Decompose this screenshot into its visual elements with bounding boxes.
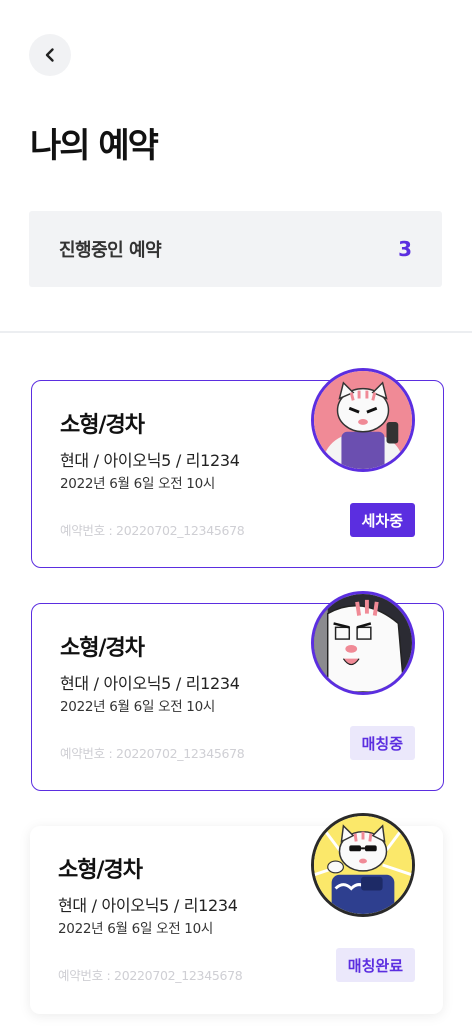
card-car-info: 현대 / 아이오닉5 / 리1234 xyxy=(58,896,238,915)
card-date: 2022년 6월 6일 오전 10시 xyxy=(60,699,215,715)
in-progress-summary: 진행중인 예약 3 xyxy=(29,211,442,287)
back-button[interactable] xyxy=(29,34,71,76)
card-car-info: 현대 / 아이오닉5 / 리1234 xyxy=(60,451,240,470)
card-date: 2022년 6월 6일 오전 10시 xyxy=(60,476,215,492)
card-reservation-number: 예약번호 : 20220702_12345678 xyxy=(60,523,245,538)
status-badge: 세차중 xyxy=(349,503,415,537)
card-title: 소형/경차 xyxy=(58,858,143,883)
peeking-cat-avatar xyxy=(311,591,415,695)
status-badge: 매칭중 xyxy=(349,726,415,760)
card-reservation-number: 예약번호 : 20220702_12345678 xyxy=(60,746,245,761)
card-reservation-number: 예약번호 : 20220702_12345678 xyxy=(58,968,243,983)
chevron-left-icon xyxy=(45,48,54,62)
card-title: 소형/경차 xyxy=(60,636,145,661)
muscle-cat-avatar xyxy=(311,368,415,472)
status-badge: 매칭완료 xyxy=(335,948,415,982)
page-title: 나의 예약 xyxy=(30,126,159,166)
card-date: 2022년 6월 6일 오전 10시 xyxy=(58,921,213,937)
washer-cat-avatar xyxy=(311,813,415,917)
divider xyxy=(0,331,472,333)
summary-count: 3 xyxy=(398,237,412,261)
card-title: 소형/경차 xyxy=(60,413,145,438)
card-car-info: 현대 / 아이오닉5 / 리1234 xyxy=(60,674,240,693)
summary-label: 진행중인 예약 xyxy=(59,240,162,261)
